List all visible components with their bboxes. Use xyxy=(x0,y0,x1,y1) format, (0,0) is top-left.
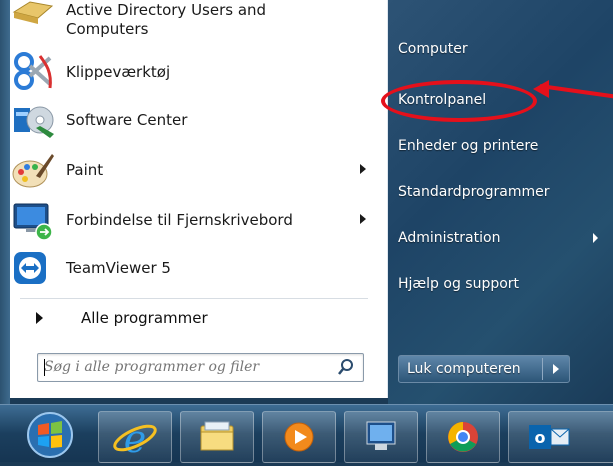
right-item-devices-printers[interactable]: Enheder og printere xyxy=(398,130,598,162)
snipping-tool-icon xyxy=(10,50,56,94)
svg-text:e: e xyxy=(124,417,147,461)
start-menu: Active Directory Users and Computers Kli… xyxy=(0,0,613,404)
submenu-arrow-icon xyxy=(593,233,598,243)
search-input[interactable] xyxy=(44,357,324,377)
program-item-paint[interactable]: Paint xyxy=(10,146,370,194)
right-item-label: Standardprogrammer xyxy=(398,184,550,200)
program-label: Software Center xyxy=(66,110,188,129)
chevron-right-icon xyxy=(553,364,559,374)
search-box[interactable] xyxy=(37,353,364,382)
taskbar: e o xyxy=(0,404,613,463)
internet-explorer-icon[interactable]: e xyxy=(98,411,172,463)
start-orb-icon[interactable] xyxy=(14,411,86,461)
expand-arrow-icon xyxy=(36,312,43,324)
right-item-default-programs[interactable]: Standardprogrammer xyxy=(398,176,598,208)
program-item-active-directory[interactable]: Active Directory Users and Computers xyxy=(10,0,370,46)
submenu-arrow-icon xyxy=(360,164,366,174)
program-label: TeamViewer 5 xyxy=(66,258,171,277)
left-pane-edge xyxy=(0,0,10,404)
annotation-arrow-icon xyxy=(533,80,549,98)
program-label: Klippeværktøj xyxy=(66,62,171,81)
media-player-icon[interactable] xyxy=(262,411,336,463)
all-programs-item[interactable]: Alle programmer xyxy=(10,300,370,336)
right-item-label: Enheder og printere xyxy=(398,138,539,154)
program-item-remote-desktop[interactable]: Forbindelse til Fjernskrivebord xyxy=(10,196,370,244)
places-pane: Computer Kontrolpanel Enheder og printer… xyxy=(388,0,613,404)
right-item-administration[interactable]: Administration xyxy=(398,222,598,254)
program-item-software-center[interactable]: Software Center xyxy=(10,96,370,144)
text-caret xyxy=(44,359,45,376)
submenu-arrow-icon xyxy=(360,214,366,224)
svg-text:o: o xyxy=(535,428,546,447)
right-item-label: Hjælp og support xyxy=(398,276,520,292)
paint-icon xyxy=(10,148,56,192)
active-directory-icon xyxy=(10,0,56,42)
highlight-oval xyxy=(381,80,537,122)
right-item-label: Administration xyxy=(398,230,501,246)
software-center-icon xyxy=(10,98,56,142)
program-label: Paint xyxy=(66,160,104,179)
program-label: Forbindelse til Fjernskrivebord xyxy=(66,210,293,229)
program-item-teamviewer[interactable]: TeamViewer 5 xyxy=(10,244,370,292)
divider xyxy=(20,298,368,299)
remote-desktop-icon xyxy=(10,198,56,242)
right-item-help-support[interactable]: Hjælp og support xyxy=(398,268,598,300)
teamviewer-icon xyxy=(10,246,56,290)
right-item-computer[interactable]: Computer xyxy=(398,33,598,65)
right-item-label: Computer xyxy=(398,41,468,57)
remote-desktop-icon[interactable] xyxy=(344,411,418,463)
program-label-line2: Computers xyxy=(66,20,149,38)
windows-explorer-icon[interactable] xyxy=(180,411,254,463)
program-label: Active Directory Users and xyxy=(66,1,267,19)
shutdown-button[interactable]: Luk computeren xyxy=(398,355,570,383)
outlook-icon[interactable]: o xyxy=(508,411,613,463)
shutdown-options-button[interactable] xyxy=(543,356,569,382)
shutdown-label: Luk computeren xyxy=(407,361,521,377)
program-item-snipping-tool[interactable]: Klippeværktøj xyxy=(10,48,370,96)
chrome-icon[interactable] xyxy=(426,411,500,463)
all-programs-label: Alle programmer xyxy=(81,309,208,327)
search-icon[interactable] xyxy=(337,358,355,376)
